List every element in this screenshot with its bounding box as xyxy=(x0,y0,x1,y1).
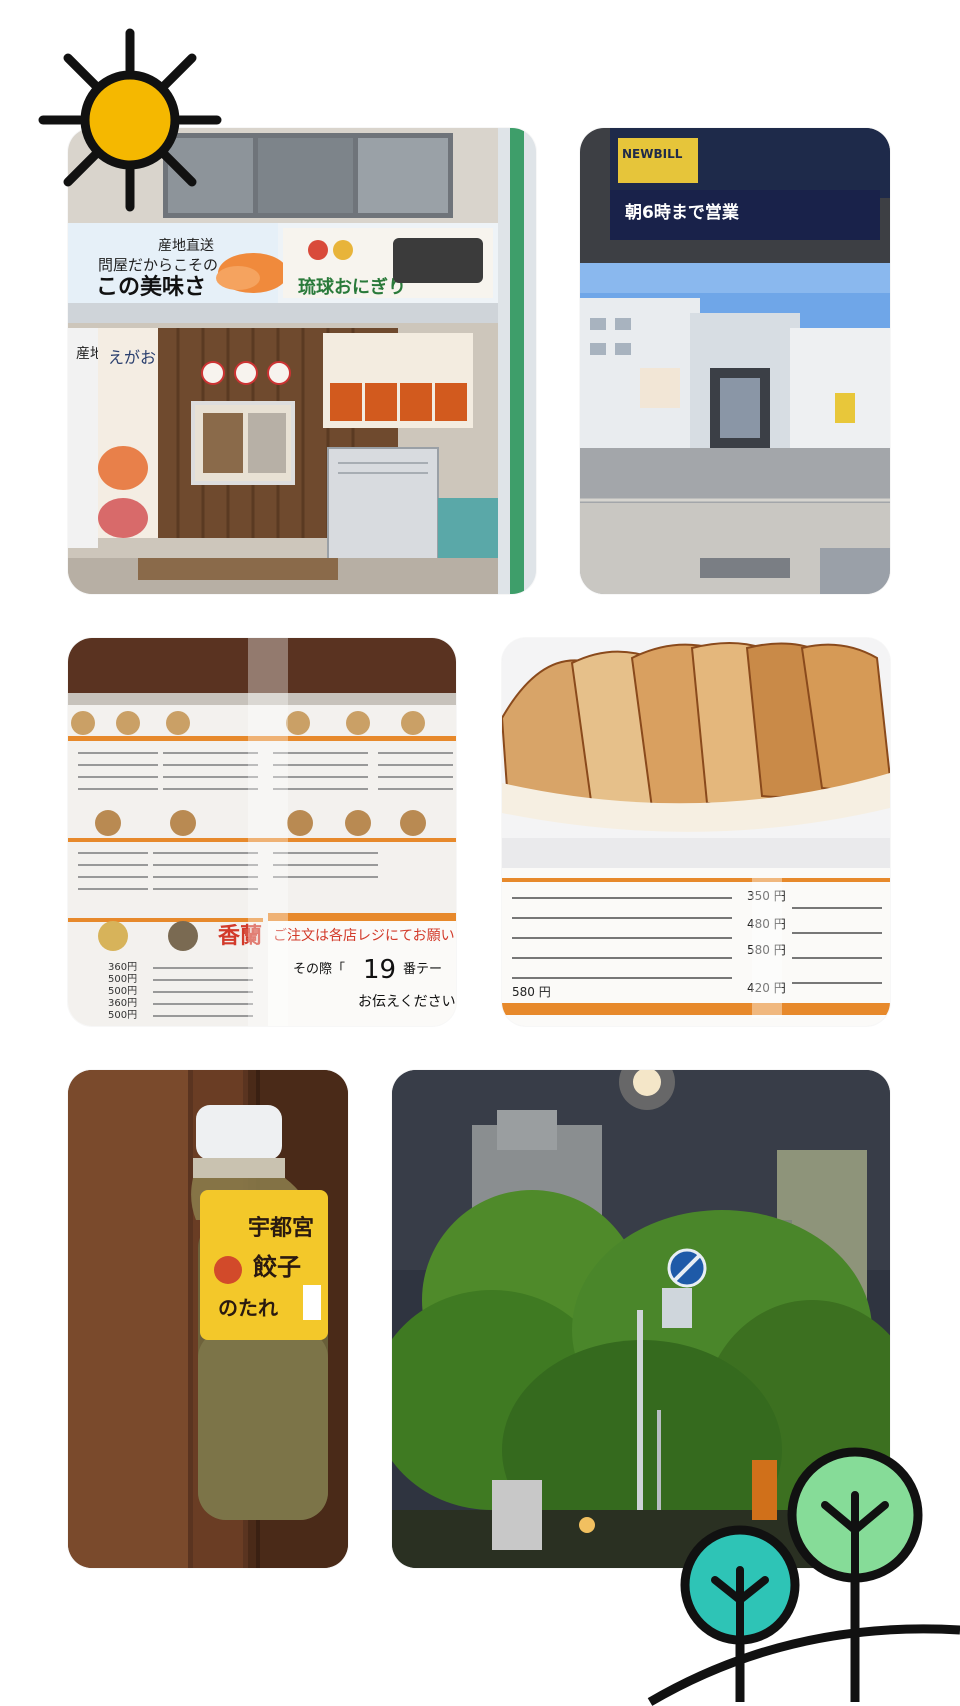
bottle-label-line-3: のたれ xyxy=(218,1296,278,1320)
banner-line-1: 産地直送 xyxy=(158,237,214,254)
bottle-label-line-1: 宇都宮 xyxy=(248,1215,314,1241)
menu-price-5: 500円 xyxy=(108,1010,137,1021)
poster-name: えがお xyxy=(108,348,156,367)
banner-line-3: この美味さ xyxy=(96,274,206,300)
banner-text: 朝6時まで営業 xyxy=(625,202,739,223)
gyoza-price-e: 580 円 xyxy=(512,985,551,999)
sun-icon xyxy=(38,28,222,212)
photo-gyoza[interactable]: 350 円 480 円 580 円 420 円 580 円 xyxy=(502,638,890,1026)
gyoza-image: 350 円 480 円 580 円 420 円 580 円 xyxy=(502,638,890,1026)
photo-arcade-street[interactable]: NEWBILL 朝6時まで営業 xyxy=(580,128,890,594)
photo-sauce-bottle[interactable]: 宇都宮 餃子 のたれ xyxy=(68,1070,348,1568)
onigiri-brand: 琉球おにぎり xyxy=(298,276,406,298)
banner-top: NEWBILL xyxy=(622,147,683,161)
menu-price-4: 360円 xyxy=(108,998,137,1009)
menu-price-2: 500円 xyxy=(108,974,137,985)
photo-menu[interactable]: 香蘭 360円 500円 500円 360円 500円 ご注文は各店レジにてお願… xyxy=(68,638,456,1026)
arcade-image: NEWBILL 朝6時まで営業 xyxy=(580,128,890,594)
bottle-label-line-2: 餃子 xyxy=(253,1253,301,1281)
bottle-image: 宇都宮 餃子 のたれ xyxy=(68,1070,348,1568)
table-number-suffix: 番テー xyxy=(403,962,442,977)
menu-closing: お伝えください xyxy=(358,994,456,1010)
order-notice: ご注文は各店レジにてお願い xyxy=(273,928,455,944)
banner-line-2: 問屋だからこその xyxy=(98,256,218,274)
trees-icon xyxy=(647,1447,960,1706)
table-number-prefix: その際「 xyxy=(293,962,345,977)
menu-price-3: 500円 xyxy=(108,986,137,997)
table-number: 19 xyxy=(363,955,396,985)
menu-price-1: 360円 xyxy=(108,962,137,973)
menu-image: 香蘭 360円 500円 500円 360円 500円 ご注文は各店レジにてお願… xyxy=(68,638,456,1026)
